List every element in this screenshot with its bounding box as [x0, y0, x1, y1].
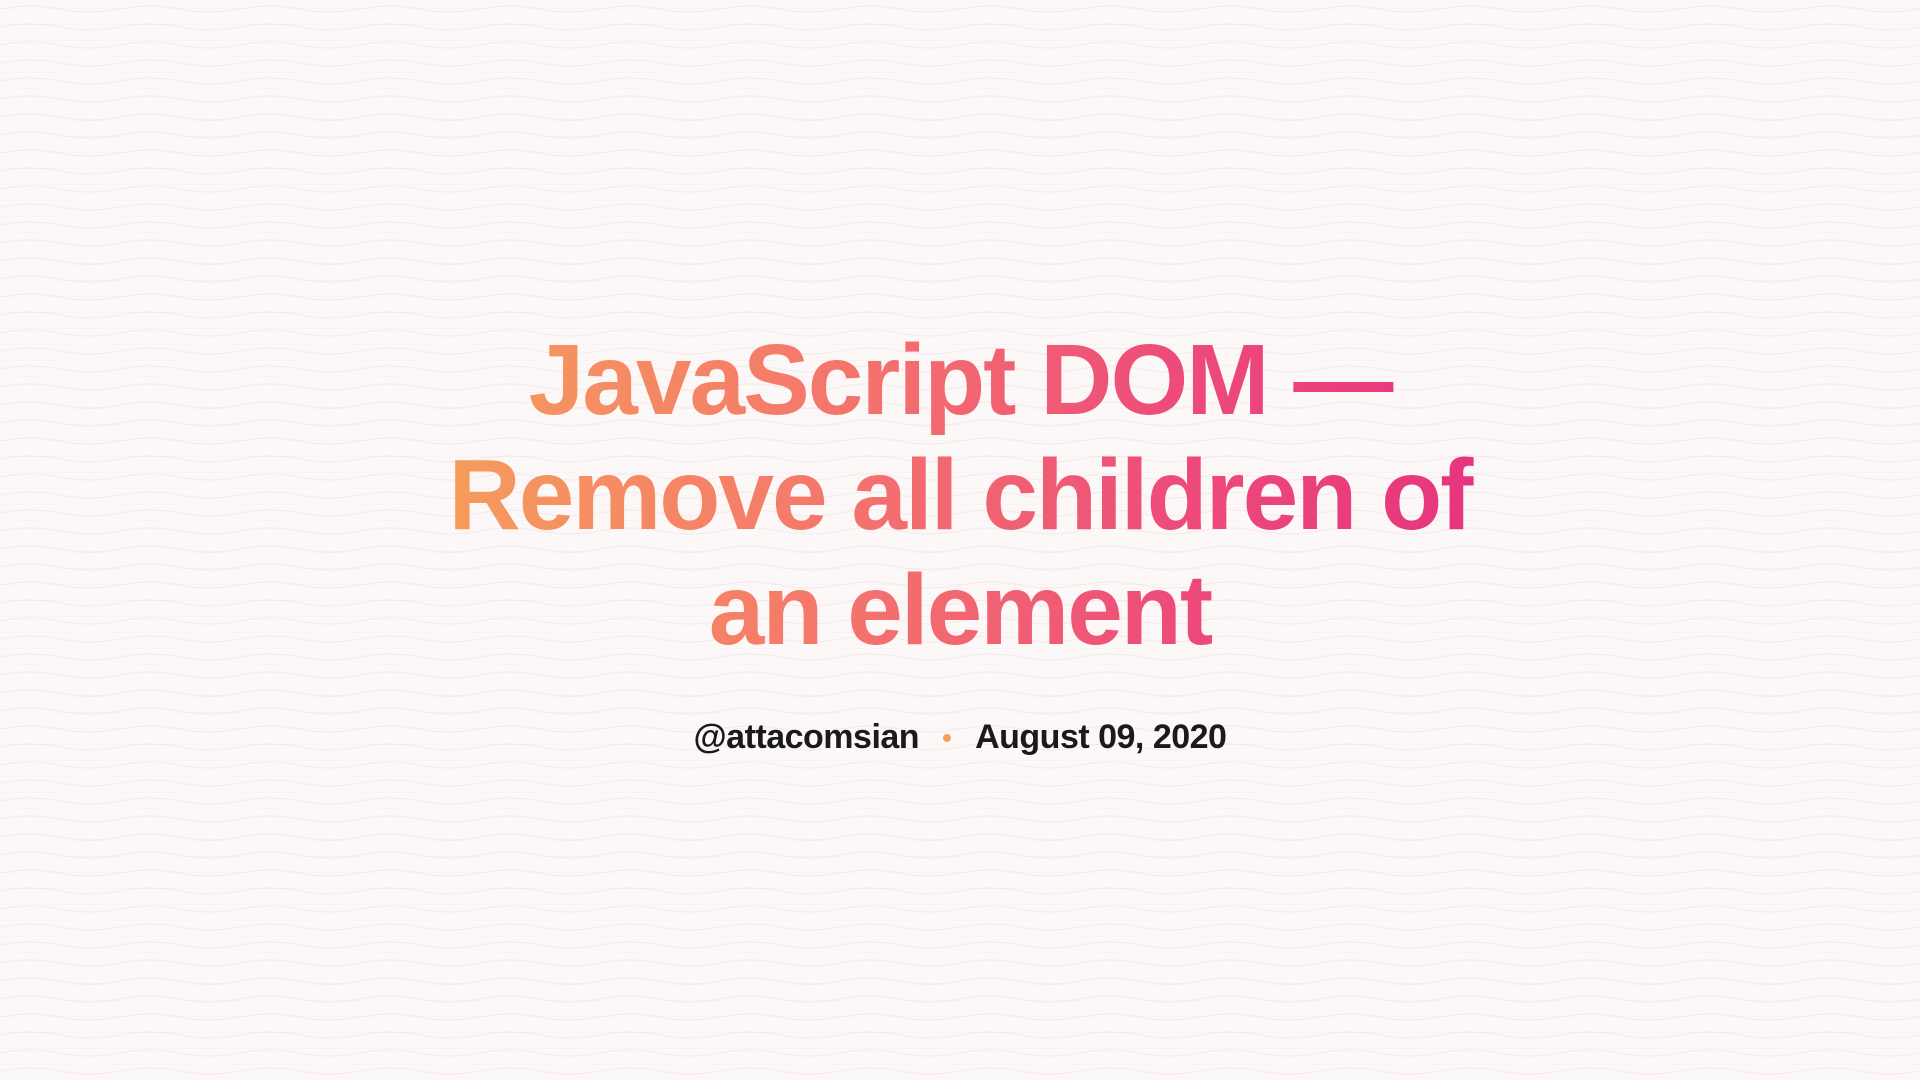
separator-dot [943, 734, 951, 742]
article-title: JavaScript DOM — Remove all children of … [410, 323, 1510, 668]
article-meta: @attacomsian August 09, 2020 [410, 718, 1510, 757]
banner-content: JavaScript DOM — Remove all children of … [410, 323, 1510, 757]
author-handle: @attacomsian [694, 718, 920, 757]
article-date: August 09, 2020 [975, 718, 1226, 757]
